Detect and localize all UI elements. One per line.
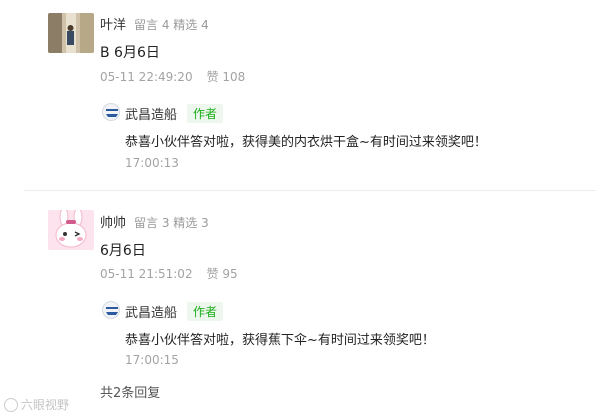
comment-datetime: 05-11 22:49:20 <box>100 70 193 84</box>
watermark: 六眼视野 <box>4 396 69 413</box>
watermark-text: 六眼视野 <box>21 398 70 412</box>
author-name[interactable]: 武昌造船 <box>125 104 177 123</box>
author-name[interactable]: 武昌造船 <box>125 302 177 321</box>
user-name[interactable]: 帅帅 <box>100 216 126 231</box>
user-stats: 留言 4 精选 4 <box>134 18 209 32</box>
user-stats: 留言 3 精选 3 <box>134 216 209 230</box>
comment-divider <box>24 190 596 191</box>
comment-text: 6月6日 <box>100 243 146 259</box>
watermark-logo-icon <box>4 397 18 412</box>
author-reply-time: 17:00:15 <box>125 353 179 367</box>
comment-datetime: 05-11 21:51:02 <box>100 267 193 281</box>
user-name[interactable]: 叶洋 <box>100 18 126 33</box>
comment-meta: 05-11 22:49:20 赞 108 <box>100 68 245 85</box>
author-reply-time: 17:00:13 <box>125 156 179 170</box>
author-badge: 作者 <box>187 104 224 123</box>
like-count[interactable]: 赞 95 <box>207 267 238 281</box>
shipbuilding-logo-icon <box>102 301 120 319</box>
shipbuilding-logo-icon <box>102 103 120 121</box>
user-avatar[interactable] <box>48 13 94 53</box>
comment-text: B 6月6日 <box>100 45 160 61</box>
comment-meta: 05-11 21:51:02 赞 95 <box>100 265 238 282</box>
view-all-replies-link[interactable]: 共2条回复 <box>100 382 160 401</box>
author-badge: 作者 <box>187 302 224 321</box>
like-count[interactable]: 赞 108 <box>207 70 246 84</box>
user-avatar[interactable] <box>48 210 94 250</box>
author-reply-text: 恭喜小伙伴答对啦，获得美的内衣烘干盒~有时间过来领奖吧！ <box>125 135 487 150</box>
author-reply-text: 恭喜小伙伴答对啦，获得蕉下伞~有时间过来领奖吧！ <box>125 333 435 348</box>
